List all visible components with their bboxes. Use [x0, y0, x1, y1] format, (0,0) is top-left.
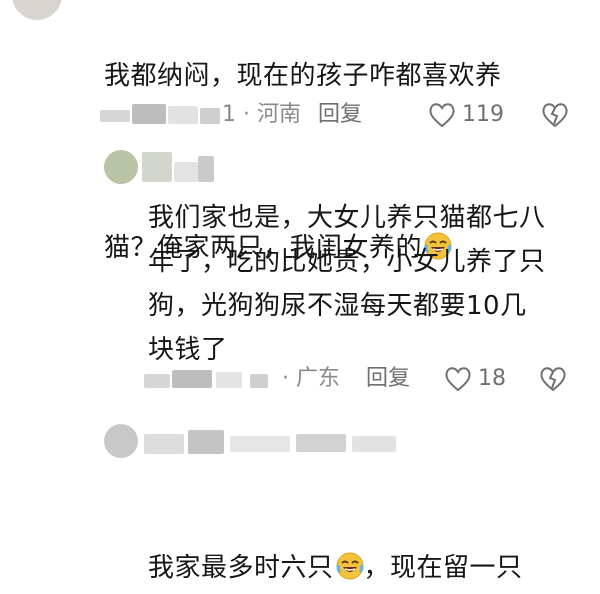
comment-meta: 1 · 河南	[222, 100, 301, 130]
like-count: 18	[478, 366, 506, 391]
like-button[interactable]: 18	[444, 364, 506, 394]
avatar[interactable]	[12, 0, 62, 20]
comment-text: 我们家也是，大女儿养只猫都七八 年了，吃的比她贵，小女儿养了只 狗，光狗狗尿不湿…	[148, 203, 546, 365]
like-button[interactable]: 119	[428, 100, 504, 130]
location: · 河南	[243, 102, 301, 127]
dislike-button[interactable]	[538, 366, 568, 392]
like-count: 119	[462, 102, 504, 127]
comment-line: 我家最多时六只	[148, 553, 334, 583]
heart-outline-icon	[444, 366, 472, 392]
username-blurred[interactable]	[100, 102, 230, 128]
meta-count: 1	[222, 102, 236, 127]
dislike-button[interactable]	[540, 102, 570, 128]
comment-line: ，现在留一只	[363, 553, 523, 583]
location: · 广东	[282, 366, 340, 391]
dislike-heart-icon	[540, 102, 570, 128]
reply-button[interactable]: 回复	[366, 364, 410, 394]
username-blurred[interactable]	[138, 152, 218, 184]
dislike-heart-icon	[538, 366, 568, 392]
reply-button[interactable]: 回复	[318, 100, 362, 130]
heart-outline-icon	[428, 102, 456, 128]
username-blurred[interactable]	[138, 428, 400, 458]
laughing-tears-emoji	[336, 506, 364, 580]
username-blurred[interactable]	[144, 368, 274, 392]
comment-text: 我家最多时六只 ，现在留一只	[148, 462, 588, 590]
avatar[interactable]	[104, 150, 138, 184]
avatar[interactable]	[104, 424, 138, 458]
comment-line: 我都纳闷，现在的孩子咋都喜欢养	[104, 61, 502, 91]
